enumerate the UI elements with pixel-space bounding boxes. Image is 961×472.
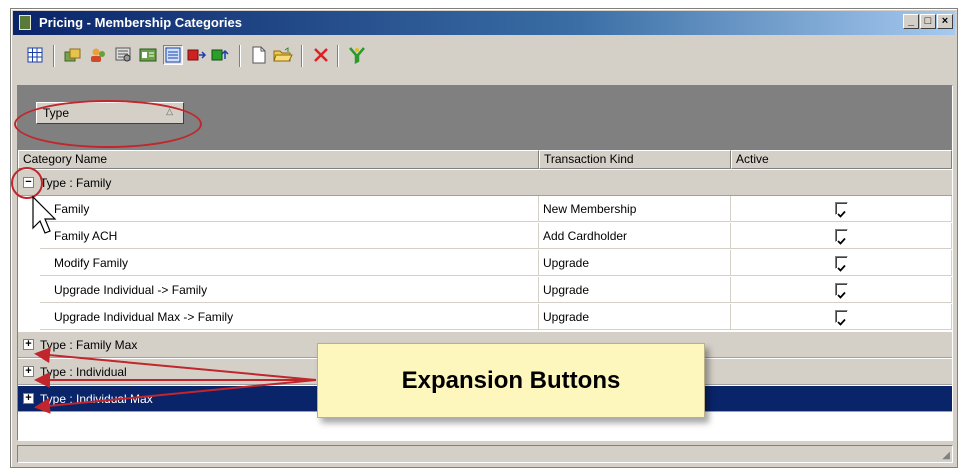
app-icon [19,15,31,30]
active-cell [731,304,952,330]
checkmark-icon [837,237,846,245]
active-cell [731,196,952,222]
users-icon[interactable] [88,45,108,65]
copy-icon[interactable] [63,45,83,65]
category-name-cell: Family ACH [40,223,539,249]
transaction-kind-cell: Upgrade [539,304,731,330]
table-row[interactable]: Family ACH Add Cardholder [18,223,952,250]
category-name-cell: Family [40,196,539,222]
expand-button[interactable]: + [23,339,34,350]
active-cell [731,277,952,303]
resize-grip-icon[interactable]: ◢ [942,450,950,461]
settings-icon[interactable] [113,45,133,65]
toolbar-separator [301,45,303,67]
transaction-kind-cell: Add Cardholder [539,223,731,249]
new-document-icon[interactable] [249,45,269,65]
category-name-cell: Upgrade Individual -> Family [40,277,539,303]
checkmark-icon [837,318,846,326]
group-chip-highlight-ring [14,100,202,148]
transaction-kind-cell: New Membership [539,196,731,222]
active-checkbox[interactable] [835,256,848,272]
checkmark-icon [837,210,846,218]
active-checkbox[interactable] [835,283,848,299]
table-row[interactable]: Modify Family Upgrade [18,250,952,277]
title-bar[interactable]: Pricing - Membership Categories _ □ × [13,11,955,35]
expand-button[interactable]: + [23,393,34,404]
toolbar [13,37,955,73]
window-controls: _ □ × [903,14,953,29]
group-row-family[interactable]: − Type : Family [18,169,952,196]
expander-highlight-ring [11,167,43,199]
checkmark-icon [837,291,846,299]
toolbar-separator [53,45,55,67]
status-bar: ◢ [17,445,953,463]
export-icon[interactable] [187,45,207,65]
group-label: Type : Family Max [40,338,138,352]
category-name-cell: Upgrade Individual Max -> Family [40,304,539,330]
checkmark-icon [837,264,846,272]
active-checkbox[interactable] [835,202,848,218]
expansion-buttons-callout: Expansion Buttons [317,343,705,418]
toolbar-separator [337,45,339,67]
filter-icon[interactable] [347,45,367,65]
toolbar-separator [239,45,241,67]
card-icon[interactable] [138,45,158,65]
minimize-button[interactable]: _ [903,14,919,29]
active-cell [731,250,952,276]
close-button[interactable]: × [937,14,953,29]
open-folder-icon[interactable] [273,45,293,65]
list-view-icon[interactable] [163,45,183,65]
transaction-kind-cell: Upgrade [539,277,731,303]
group-label: Type : Individual [40,365,127,379]
active-checkbox[interactable] [835,310,848,326]
active-cell [731,223,952,249]
delete-icon[interactable] [311,45,331,65]
transaction-kind-cell: Upgrade [539,250,731,276]
active-checkbox[interactable] [835,229,848,245]
expand-button[interactable]: + [23,366,34,377]
column-header-active[interactable]: Active [731,150,952,169]
table-row[interactable]: Family New Membership [18,196,952,223]
table-row[interactable]: Upgrade Individual -> Family Upgrade [18,277,952,304]
window-title: Pricing - Membership Categories [39,15,242,30]
table-row[interactable]: Upgrade Individual Max -> Family Upgrade [18,304,952,331]
group-label: Type : Individual Max [40,392,153,406]
column-header-transaction-kind[interactable]: Transaction Kind [539,150,731,169]
column-header-category-name[interactable]: Category Name [18,150,539,169]
maximize-button[interactable]: □ [920,14,936,29]
import-icon[interactable] [211,45,231,65]
grid-view-icon[interactable] [25,45,45,65]
category-name-cell: Modify Family [40,250,539,276]
group-label: Type : Family [40,176,112,190]
